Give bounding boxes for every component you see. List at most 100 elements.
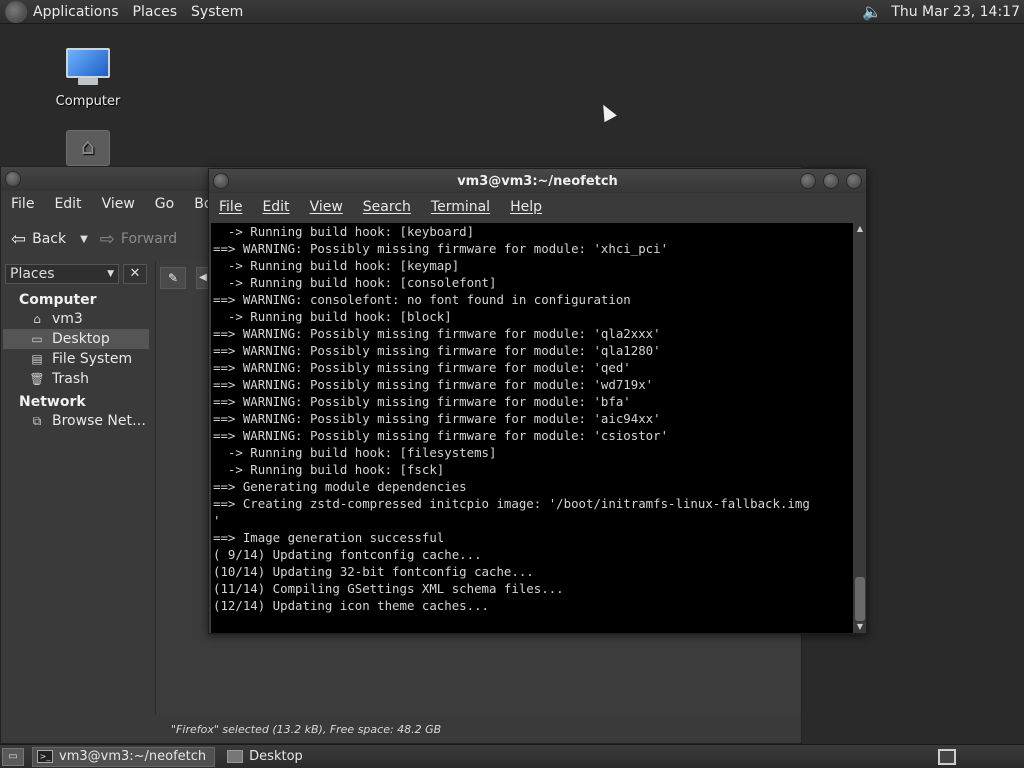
network-icon: ⧉ xyxy=(32,414,42,428)
terminal-window: vm3@vm3:~/neofetch File Edit View Search… xyxy=(208,168,867,634)
terminal-line: ==> WARNING: Possibly missing firmware f… xyxy=(213,394,631,409)
file-manager-toolbar: ⇦ Back ▼ ⇨ Forward xyxy=(1,221,209,257)
terminal-line: (12/14) Updating icon theme caches... xyxy=(213,598,490,613)
sidebar-item-label: Browse Net… xyxy=(52,413,147,429)
forward-arrow-icon[interactable]: ⇨ xyxy=(100,229,115,250)
back-button[interactable]: Back xyxy=(32,231,66,247)
places-selector[interactable]: Places ▼ xyxy=(5,264,119,284)
sidebar-item-desktop[interactable]: ▭ Desktop xyxy=(3,329,149,349)
terminal-titlebar[interactable]: vm3@vm3:~/neofetch xyxy=(209,169,866,193)
terminal-line: ==> WARNING: Possibly missing firmware f… xyxy=(213,326,661,341)
fm-menu-view[interactable]: View xyxy=(102,196,135,212)
taskbar-item-label: Desktop xyxy=(249,749,303,764)
terminal-line: ==> WARNING: consolefont: no font found … xyxy=(213,292,631,307)
back-arrow-icon[interactable]: ⇦ xyxy=(11,229,26,250)
terminal-line: -> Running build hook: [keymap] xyxy=(213,258,460,273)
trash-icon: 🗑 xyxy=(29,372,45,386)
places-selector-label: Places xyxy=(10,266,55,282)
term-menu-search[interactable]: Search xyxy=(363,199,411,215)
sidebar-item-label: Trash xyxy=(52,371,89,387)
fm-menu-go[interactable]: Go xyxy=(155,196,174,212)
term-menu-help[interactable]: Help xyxy=(510,199,542,215)
sidebar-footer xyxy=(1,715,153,743)
mouse-pointer-icon xyxy=(597,101,617,123)
chevron-down-icon: ▼ xyxy=(107,269,114,279)
sidebar-item-file-system[interactable]: ▤ File System xyxy=(1,349,153,369)
minimize-button[interactable] xyxy=(800,173,816,189)
system-menu[interactable]: System xyxy=(191,4,243,20)
taskbar-item-terminal[interactable]: >_ vm3@vm3:~/neofetch xyxy=(32,746,216,767)
forward-button[interactable]: Forward xyxy=(121,231,177,247)
terminal-line: ==> WARNING: Possibly missing firmware f… xyxy=(213,360,631,375)
fm-menu-bookmarks[interactable]: Book xyxy=(194,196,209,212)
terminal-menubar: File Edit View Search Terminal Help xyxy=(209,193,866,221)
home-icon: ⌂ xyxy=(33,312,41,326)
volume-icon[interactable]: 🔈 xyxy=(861,2,883,21)
sidebar-item-browse-network[interactable]: ⧉ Browse Net… xyxy=(1,411,153,431)
sidebar-item-vm3[interactable]: ⌂ vm3 xyxy=(1,309,153,329)
terminal-line: -> Running build hook: [block] xyxy=(213,309,452,324)
terminal-output[interactable]: -> Running build hook: [keyboard] ==> WA… xyxy=(211,223,853,633)
top-panel: Applications Places System 🔈 Thu Mar 23,… xyxy=(0,0,1024,24)
show-desktop-button[interactable]: ▭ xyxy=(2,747,24,766)
home-folder-icon xyxy=(66,130,110,166)
terminal-line: (11/14) Compiling GSettings XML schema f… xyxy=(213,581,564,596)
terminal-line: -> Running build hook: [fsck] xyxy=(213,462,445,477)
top-menu: Applications Places System xyxy=(33,4,243,20)
terminal-scrollbar[interactable]: ▲ ▼ xyxy=(854,223,866,633)
fm-menu-edit[interactable]: Edit xyxy=(54,196,81,212)
terminal-line: -> Running build hook: [consolefont] xyxy=(213,275,497,290)
terminal-line: ==> Image generation successful xyxy=(213,530,445,545)
close-sidebar-button[interactable]: ✕ xyxy=(123,264,147,284)
terminal-line: ==> WARNING: Possibly missing firmware f… xyxy=(213,241,669,256)
window-menu-button[interactable] xyxy=(5,171,21,187)
terminal-title: vm3@vm3:~/neofetch xyxy=(457,173,618,189)
file-manager-menubar: File Edit View Go Book xyxy=(1,193,209,215)
term-menu-view[interactable]: View xyxy=(310,199,343,215)
scrollbar-thumb[interactable] xyxy=(855,577,865,621)
sidebar-item-label: Desktop xyxy=(52,331,110,347)
places-selector-row: Places ▼ ✕ xyxy=(1,261,153,287)
desktop-icon-computer[interactable]: Computer xyxy=(48,46,128,109)
terminal-line: ==> WARNING: Possibly missing firmware f… xyxy=(213,411,661,426)
taskbar-item-label: vm3@vm3:~/neofetch xyxy=(59,749,207,764)
edit-location-button[interactable]: ✎ xyxy=(160,267,186,289)
taskbar-item-desktop[interactable]: Desktop xyxy=(223,747,311,767)
back-history-dropdown-icon[interactable]: ▼ xyxy=(80,234,88,245)
terminal-line: -> Running build hook: [filesystems] xyxy=(213,445,497,460)
terminal-line: -> Running build hook: [keyboard] xyxy=(213,224,475,239)
terminal-line: (10/14) Updating 32-bit fontconfig cache… xyxy=(213,564,534,579)
computer-icon xyxy=(64,46,112,86)
terminal-line: ==> WARNING: Possibly missing firmware f… xyxy=(213,428,669,443)
fm-menu-file[interactable]: File xyxy=(11,196,34,212)
drive-icon: ▤ xyxy=(31,352,43,366)
top-panel-tray: 🔈 Thu Mar 23, 14:17 xyxy=(861,2,1024,21)
scroll-down-arrow-icon[interactable]: ▼ xyxy=(854,621,866,633)
maximize-button[interactable] xyxy=(823,173,839,189)
terminal-icon: >_ xyxy=(37,750,53,763)
clock[interactable]: Thu Mar 23, 14:17 xyxy=(891,4,1020,20)
terminal-line: ( 9/14) Updating fontconfig cache... xyxy=(213,547,482,562)
terminal-line: ==> WARNING: Possibly missing firmware f… xyxy=(213,377,654,392)
sidebar-item-label: File System xyxy=(52,351,133,367)
terminal-line: ==> Creating zstd-compressed initcpio im… xyxy=(213,496,810,511)
workspace-switcher-icon[interactable] xyxy=(938,748,956,765)
folder-icon xyxy=(227,750,244,763)
desktop-icon-label: Computer xyxy=(55,94,121,109)
places-menu[interactable]: Places xyxy=(133,4,178,20)
sidebar-section-network: Network xyxy=(19,394,86,410)
sidebar-item-trash[interactable]: 🗑 Trash xyxy=(1,369,153,389)
term-menu-file[interactable]: File xyxy=(219,199,242,215)
places-sidebar: Places ▼ ✕ Computer ⌂ vm3 ▭ Desktop ▤ Fi… xyxy=(1,261,153,721)
terminal-line: ==> WARNING: Possibly missing firmware f… xyxy=(213,343,661,358)
scroll-up-arrow-icon[interactable]: ▲ xyxy=(854,223,866,235)
term-menu-edit[interactable]: Edit xyxy=(262,199,289,215)
terminal-line: ' xyxy=(213,513,221,528)
term-menu-terminal[interactable]: Terminal xyxy=(431,199,490,215)
desktop-icon: ▭ xyxy=(31,332,43,346)
distro-logo-icon[interactable] xyxy=(5,0,27,23)
close-button[interactable] xyxy=(846,173,862,189)
desktop-icon-home[interactable] xyxy=(48,130,128,166)
applications-menu[interactable]: Applications xyxy=(33,4,119,20)
window-controls xyxy=(800,173,862,189)
